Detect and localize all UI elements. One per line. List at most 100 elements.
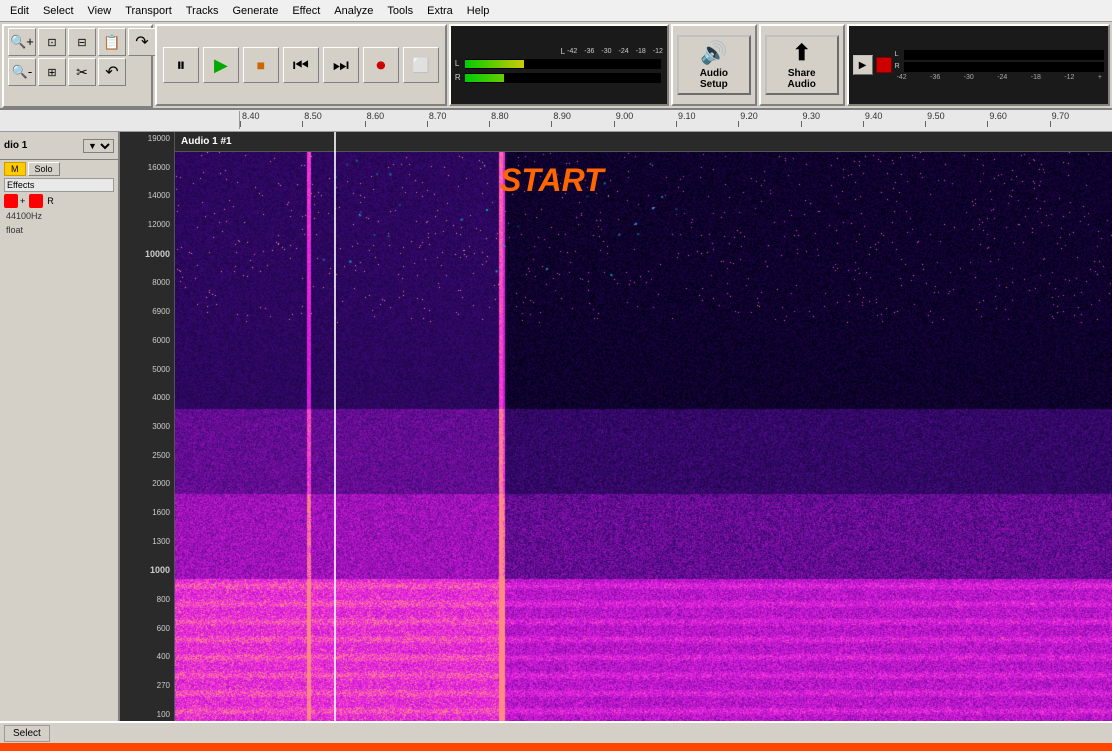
play-button[interactable]: ▶	[203, 47, 239, 83]
freq-labels: 19000 16000 14000 12000 10000 8000 6900 …	[120, 132, 175, 721]
zoom-out-button[interactable]: 🔍-	[8, 58, 36, 86]
freq-6900: 6900	[122, 307, 172, 316]
ruler-tick: 9.60	[987, 111, 1049, 127]
track-controls-body: M Solo Effects + R 44100Hz float	[0, 160, 118, 238]
audio-setup-label: Audio Setup	[687, 68, 741, 90]
share-audio-section: ⬆ Share Audio	[759, 24, 845, 106]
spectrogram-canvas	[175, 132, 1112, 721]
toolbar-area: 🔍+ 🔍- ⊡ ⊞ ⊟ ✂ 📋 ↶ ↷ ⏸	[0, 22, 1112, 110]
scissors-button[interactable]: ✂	[68, 58, 96, 86]
status-bar: Select	[0, 721, 1112, 743]
ruler-tick: 9.10	[676, 111, 738, 127]
share-audio-label: Share Audio	[775, 68, 829, 90]
spectrogram-area: Audio 1 #1 19000 16000 14000 12000 10000…	[120, 132, 1112, 721]
menu-select[interactable]: Select	[37, 3, 80, 19]
menu-generate[interactable]: Generate	[226, 3, 284, 19]
menu-transport[interactable]: Transport	[119, 3, 178, 19]
menu-edit[interactable]: Edit	[4, 3, 35, 19]
play-icon: ▶	[214, 55, 228, 76]
skip-end-button[interactable]: ⏭	[323, 47, 359, 83]
freq-14000: 14000	[122, 191, 172, 200]
paste-icon: 📋	[103, 34, 120, 51]
menu-tracks[interactable]: Tracks	[180, 3, 225, 19]
zoom-in-button[interactable]: 🔍+	[8, 28, 36, 56]
effects-label[interactable]: Effects	[4, 178, 114, 192]
track-bit-depth: float	[4, 224, 114, 236]
freq-800: 800	[122, 595, 172, 604]
zoom-fit-project-button[interactable]: ⊞	[38, 58, 66, 86]
record-icon: ⏺	[376, 55, 385, 76]
skip-start-icon: ⏮	[293, 55, 309, 76]
freq-2000: 2000	[122, 479, 172, 488]
ruler-tick: 8.50	[302, 111, 364, 127]
stop-button[interactable]: ■	[243, 47, 279, 83]
gain-icon-right	[29, 194, 43, 208]
menu-extra[interactable]: Extra	[421, 3, 459, 19]
zoom-fit-sel-icon: ⊡	[47, 36, 56, 49]
freq-270: 270	[122, 681, 172, 690]
loop-icon: ⬜	[412, 57, 429, 74]
undo-icon: ↶	[105, 62, 118, 82]
menu-tools[interactable]: Tools	[381, 3, 419, 19]
freq-1000: 1000	[122, 565, 172, 575]
zoom-fit-selection-button[interactable]: ⊡	[38, 28, 66, 56]
record-button[interactable]: ⏺	[363, 47, 399, 83]
zoom-toggle-button[interactable]: ⊟	[68, 28, 96, 56]
playhead	[334, 132, 336, 721]
menu-view[interactable]: View	[82, 3, 118, 19]
main-content: dio 1 ▼ M Solo Effects + R 44100Hz f	[0, 132, 1112, 721]
ruler-tick: 9.50	[925, 111, 987, 127]
freq-12000: 12000	[122, 220, 172, 229]
skip-start-button[interactable]: ⏮	[283, 47, 319, 83]
freq-19000: 19000	[122, 134, 172, 143]
freq-1600: 1600	[122, 508, 172, 517]
freq-5000: 5000	[122, 365, 172, 374]
freq-4000: 4000	[122, 393, 172, 402]
menu-analyze[interactable]: Analyze	[328, 3, 379, 19]
track-dropdown[interactable]: ▼	[83, 139, 114, 153]
share-audio-icon: ⬆	[793, 40, 811, 66]
ruler-tick: 8.40	[240, 111, 302, 127]
ruler-tick: 8.80	[489, 111, 551, 127]
gain-plus-label: +	[20, 196, 25, 206]
zoom-tools-section: 🔍+ 🔍- ⊡ ⊞ ⊟ ✂ 📋 ↶ ↷	[2, 24, 153, 108]
freq-400: 400	[122, 652, 172, 661]
freq-100: 100	[122, 710, 172, 719]
freq-10000: 10000	[122, 249, 172, 259]
ruler-tick: 9.20	[738, 111, 800, 127]
share-audio-button[interactable]: ⬆ Share Audio	[765, 35, 839, 95]
redo-button[interactable]: ↷	[128, 28, 156, 56]
transport-section: ⏸ ▶ ■ ⏮ ⏭ ⏺ ⬜	[155, 24, 447, 106]
undo-button[interactable]: ↶	[98, 58, 126, 86]
pan-r-label: R	[47, 196, 54, 206]
gain-row: + R	[4, 194, 114, 208]
select-tool-button[interactable]: Select	[4, 725, 50, 742]
audio-setup-button[interactable]: 🔊 Audio Setup	[677, 35, 751, 95]
solo-mute-row: M Solo	[4, 162, 114, 176]
loop-button[interactable]: ⬜	[403, 47, 439, 83]
zoom-out-icon: 🔍-	[12, 64, 33, 80]
mute-button[interactable]: M	[4, 162, 26, 176]
record-indicator	[876, 57, 892, 73]
pause-icon: ⏸	[176, 55, 185, 76]
zoom-toggle-icon: ⊟	[77, 36, 86, 49]
track-controls: dio 1 ▼ M Solo Effects + R 44100Hz f	[0, 132, 120, 721]
track-title: Audio 1 #1	[181, 136, 232, 147]
solo-button[interactable]: Solo	[28, 162, 60, 176]
track-area: dio 1 ▼ M Solo Effects + R 44100Hz f	[0, 132, 1112, 721]
zoom-in-icon: 🔍+	[10, 34, 34, 50]
freq-6000: 6000	[122, 336, 172, 345]
menu-help[interactable]: Help	[461, 3, 496, 19]
timeline-ruler: 8.40 8.50 8.60 8.70 8.80 8.90 9.00 9.10 …	[0, 110, 1112, 132]
bottom-bar	[0, 743, 1112, 751]
pause-button[interactable]: ⏸	[163, 47, 199, 83]
track-header: dio 1 ▼	[0, 132, 118, 160]
audio-setup-icon: 🔊	[700, 40, 727, 66]
menu-effect[interactable]: Effect	[286, 3, 326, 19]
playback-meter-toggle[interactable]: ▶	[853, 55, 873, 75]
paste-button[interactable]: 📋	[98, 28, 126, 56]
track-sample-rate: 44100Hz	[4, 210, 114, 222]
ruler-tick: 9.00	[614, 111, 676, 127]
audio-section: 🔊 Audio Setup	[671, 24, 757, 106]
ruler-tick: 9.70	[1050, 111, 1112, 127]
